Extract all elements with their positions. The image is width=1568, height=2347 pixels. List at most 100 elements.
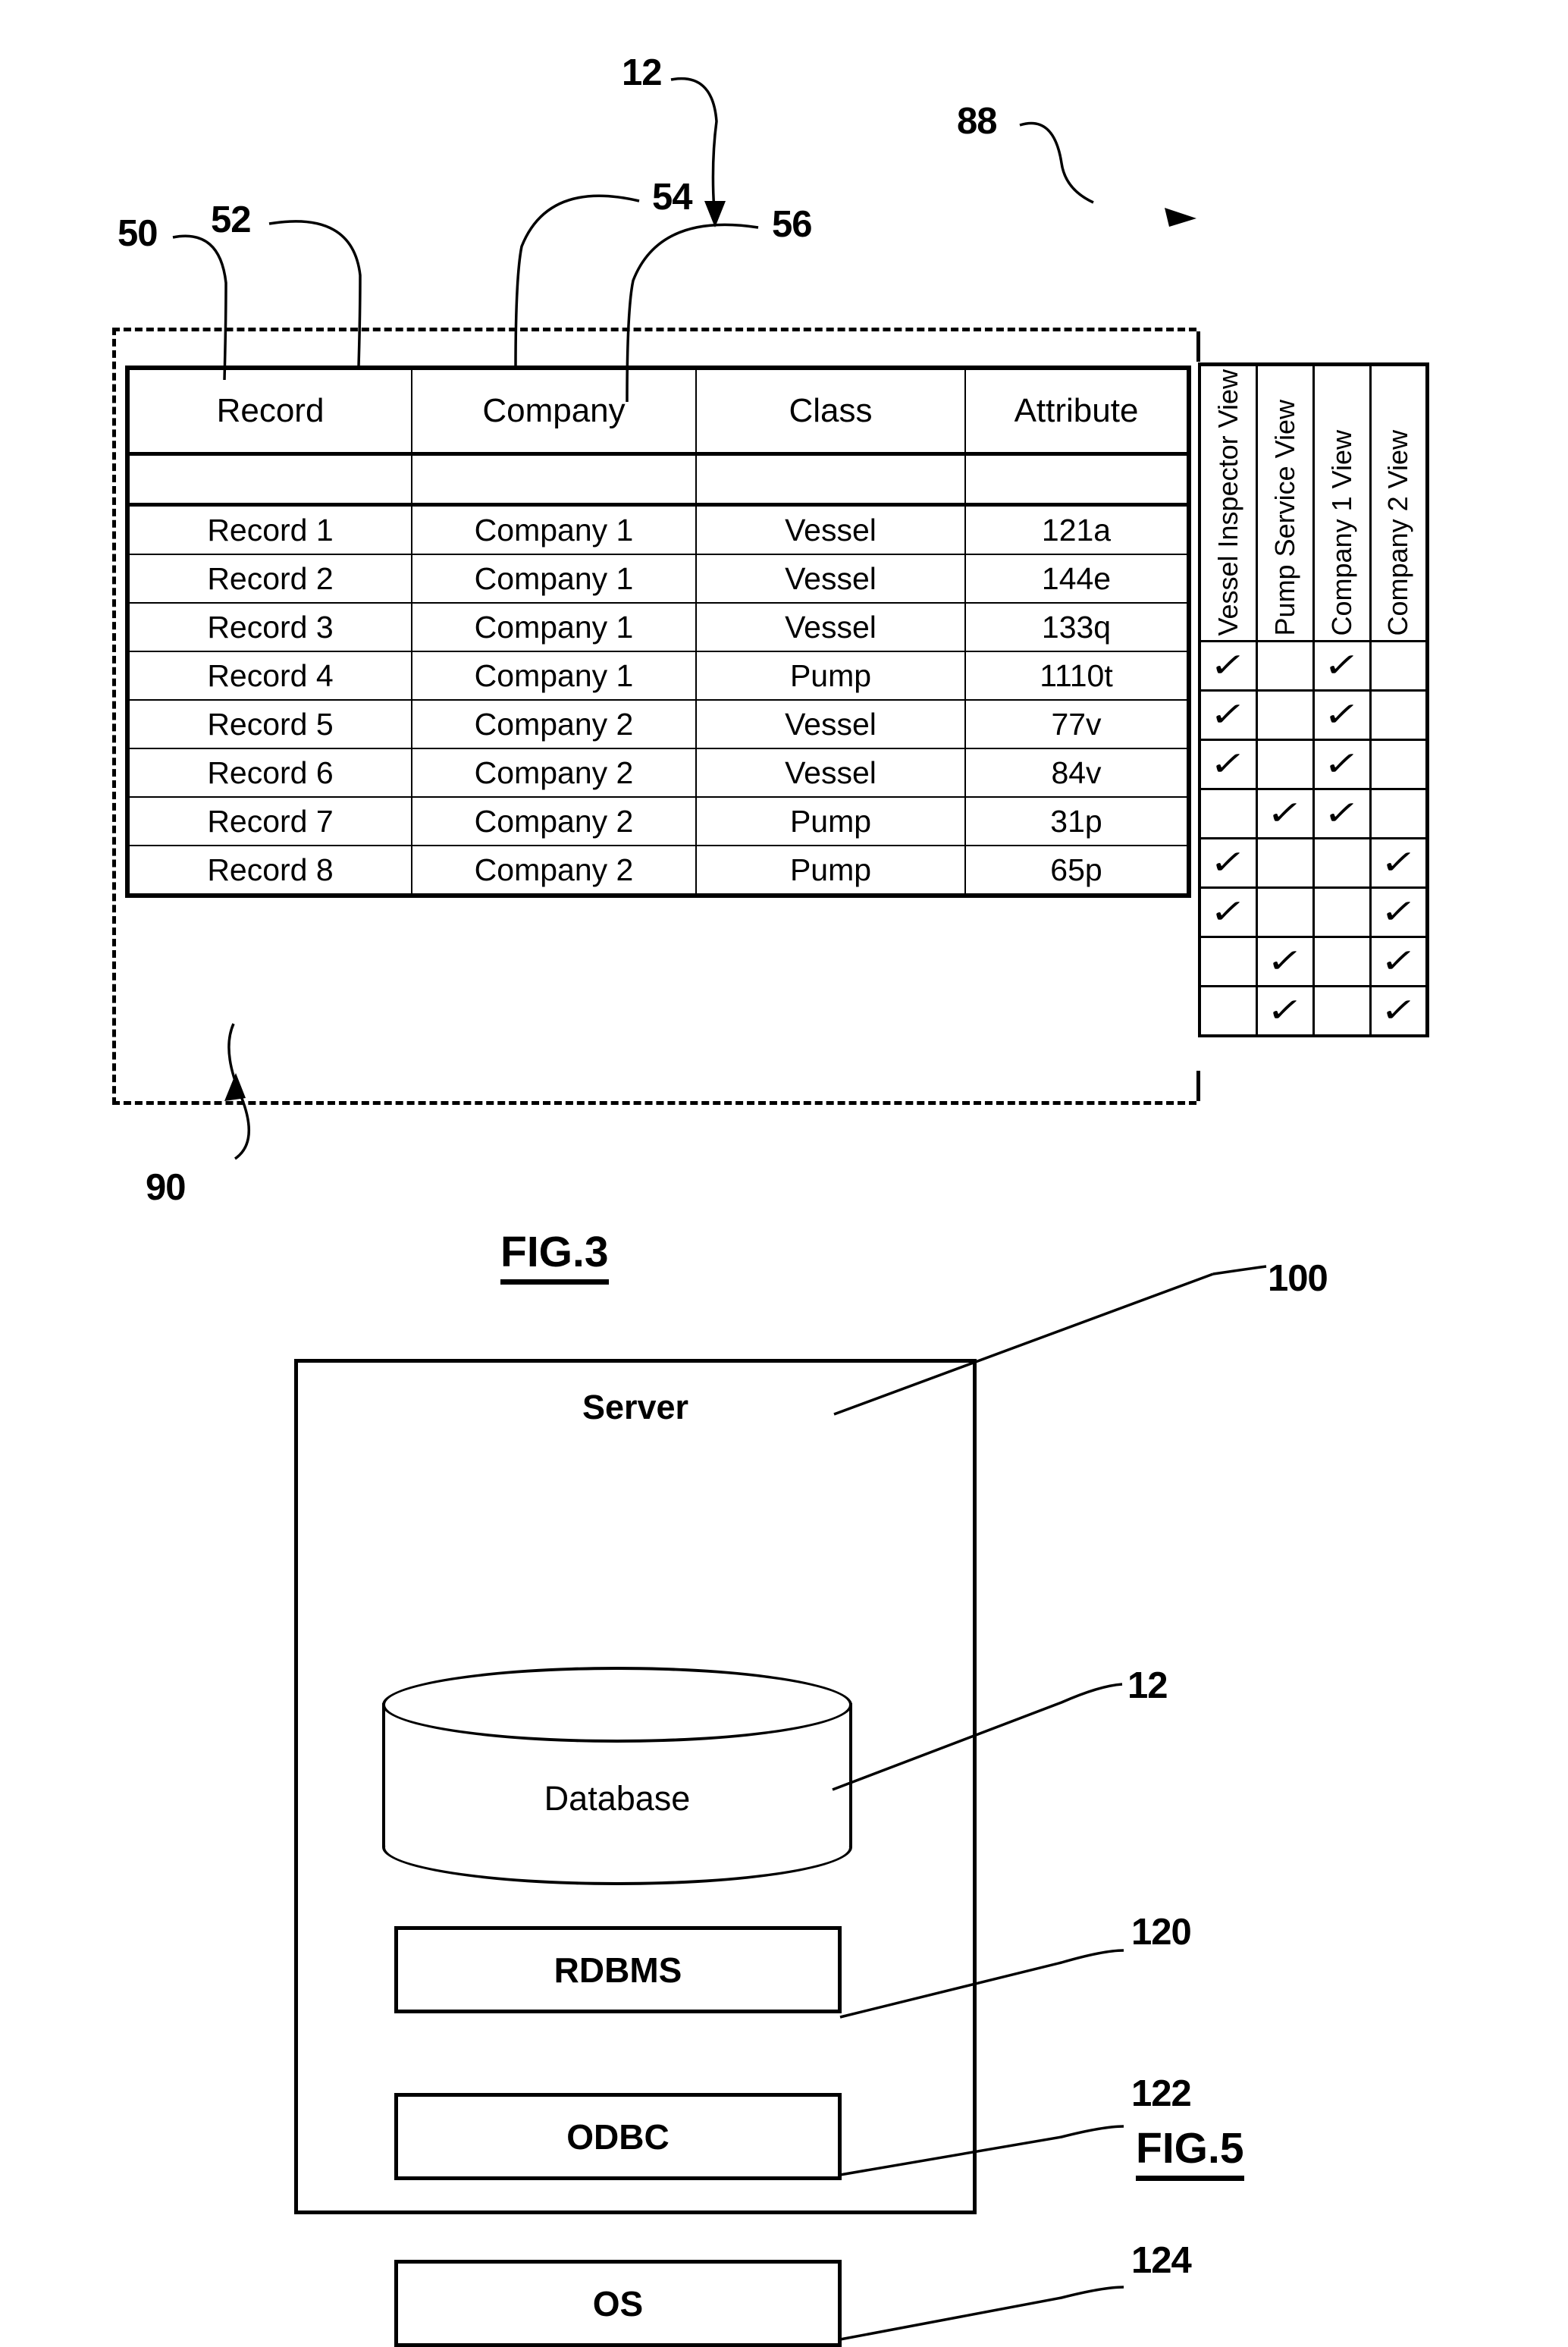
column-header: Class <box>695 366 966 456</box>
views-row: ✓ ✓ <box>1198 639 1429 692</box>
checkmark-icon: ✓ <box>1208 695 1249 734</box>
view-checkbox-cell[interactable] <box>1255 689 1315 741</box>
view-checkbox-cell[interactable] <box>1312 935 1372 987</box>
view-checkbox-cell[interactable]: ✓ <box>1198 886 1258 938</box>
table-cell: Record 3 <box>125 602 412 652</box>
view-checkbox-cell[interactable] <box>1198 984 1258 1037</box>
table-cell: Vessel <box>695 504 966 555</box>
figure-5-label: FIG.5 <box>1136 2123 1244 2181</box>
view-checkbox-cell[interactable]: ✓ <box>1198 738 1258 790</box>
view-checkbox-cell[interactable]: ✓ <box>1312 787 1372 839</box>
views-row: ✓ ✓ <box>1198 935 1429 987</box>
table-row: Record 7 Company 2 Pump 31p <box>125 796 1191 846</box>
ref-numeral-54: 54 <box>652 177 693 218</box>
table-cell: 77v <box>964 699 1191 749</box>
view-checkbox-cell[interactable] <box>1369 689 1429 741</box>
spacer-cell <box>125 453 412 507</box>
ref-numeral-122: 122 <box>1131 2073 1192 2114</box>
database-cylinder: Database <box>382 1667 852 1885</box>
table-cell: 1110t <box>964 651 1191 701</box>
view-checkbox-cell[interactable] <box>1198 787 1258 839</box>
table-cell: Record 4 <box>125 651 412 701</box>
ref-numeral-52: 52 <box>211 199 252 240</box>
views-row: ✓ ✓ <box>1198 738 1429 790</box>
stack-box: ODBC <box>394 2093 842 2180</box>
table-cell: Pump <box>695 651 966 701</box>
view-checkbox-cell[interactable] <box>1369 639 1429 692</box>
stack-box: OS <box>394 2260 842 2347</box>
table-cell: Company 2 <box>411 845 697 898</box>
table-cell: Company 2 <box>411 748 697 798</box>
table-cell: Company 1 <box>411 504 697 555</box>
table-cell: Record 1 <box>125 504 412 555</box>
view-checkbox-cell[interactable] <box>1312 984 1372 1037</box>
stack-box-label: OS <box>592 2283 644 2323</box>
table-row: Record 3 Company 1 Vessel 133q <box>125 602 1191 652</box>
view-checkbox-cell[interactable] <box>1255 886 1315 938</box>
ref-numeral-100: 100 <box>1268 1258 1328 1299</box>
table-cell: Company 1 <box>411 554 697 604</box>
table-cell: Vessel <box>695 699 966 749</box>
ref-numeral-12-fig5: 12 <box>1127 1665 1168 1706</box>
checkmark-icon: ✓ <box>1378 990 1419 1030</box>
views-table: Vessel Inspector View Pump Service View Co… <box>1198 362 1429 1037</box>
stack-box: RDBMS <box>394 1926 842 2013</box>
view-checkbox-cell[interactable] <box>1255 639 1315 692</box>
views-row: ✓ ✓ <box>1198 689 1429 741</box>
view-checkbox-cell[interactable]: ✓ <box>1369 836 1429 889</box>
checkmark-icon: ✓ <box>1378 941 1419 981</box>
table-cell: Vessel <box>695 748 966 798</box>
table-cell: Record 6 <box>125 748 412 798</box>
view-column-header-label: Vessel Inspector View <box>1212 369 1243 636</box>
view-checkbox-cell[interactable]: ✓ <box>1369 984 1429 1037</box>
checkmark-icon: ✓ <box>1322 793 1362 833</box>
table-cell: Record 8 <box>125 845 412 898</box>
ref-numeral-50: 50 <box>118 213 158 254</box>
view-checkbox-cell[interactable]: ✓ <box>1369 935 1429 987</box>
view-checkbox-cell[interactable]: ✓ <box>1312 738 1372 790</box>
views-row: ✓ ✓ <box>1198 836 1429 889</box>
view-column-header-label: Company 1 View <box>1325 430 1357 636</box>
view-checkbox-cell[interactable] <box>1312 836 1372 889</box>
figure-5: Server Database RDBMS 120 ODBC 122 OS 124 100… <box>0 1258 1568 2347</box>
view-checkbox-cell[interactable] <box>1255 836 1315 889</box>
ref-numeral-124: 124 <box>1131 2240 1192 2281</box>
view-checkbox-cell[interactable]: ✓ <box>1255 787 1315 839</box>
view-checkbox-cell[interactable]: ✓ <box>1312 639 1372 692</box>
ref-numeral-88: 88 <box>957 101 998 142</box>
table-spacer-row <box>125 453 1191 507</box>
views-header-row: Vessel Inspector View Pump Service View Co… <box>1198 362 1429 642</box>
checkmark-icon: ✓ <box>1378 892 1419 931</box>
view-checkbox-cell[interactable]: ✓ <box>1369 886 1429 938</box>
view-checkbox-cell[interactable]: ✓ <box>1198 836 1258 889</box>
view-checkbox-cell[interactable]: ✓ <box>1255 984 1315 1037</box>
table-row: Record 6 Company 2 Vessel 84v <box>125 748 1191 798</box>
view-column-header: Company 2 View <box>1369 362 1429 642</box>
view-checkbox-cell[interactable] <box>1255 738 1315 790</box>
table-cell: 121a <box>964 504 1191 555</box>
record-table: Record Company Class Attribute Record 1 Compa… <box>125 366 1191 898</box>
stack-box-label: ODBC <box>566 2116 670 2157</box>
checkmark-icon: ✓ <box>1265 941 1305 981</box>
view-checkbox-cell[interactable] <box>1369 738 1429 790</box>
view-checkbox-cell[interactable] <box>1312 886 1372 938</box>
view-checkbox-cell[interactable]: ✓ <box>1198 689 1258 741</box>
checkmark-icon: ✓ <box>1208 645 1249 685</box>
column-header: Attribute <box>964 366 1191 456</box>
view-checkbox-cell[interactable] <box>1369 787 1429 839</box>
checkmark-icon: ✓ <box>1208 892 1249 931</box>
view-column-header: Company 1 View <box>1312 362 1372 642</box>
table-cell: Company 2 <box>411 699 697 749</box>
view-checkbox-cell[interactable]: ✓ <box>1198 639 1258 692</box>
table-cell: Company 1 <box>411 602 697 652</box>
view-checkbox-cell[interactable] <box>1198 935 1258 987</box>
ref-numeral-90: 90 <box>146 1167 187 1208</box>
view-column-header: Pump Service View <box>1255 362 1315 642</box>
view-checkbox-cell[interactable]: ✓ <box>1312 689 1372 741</box>
view-checkbox-cell[interactable]: ✓ <box>1255 935 1315 987</box>
ref-numeral-120: 120 <box>1131 1912 1192 1953</box>
table-cell: Pump <box>695 845 966 898</box>
checkmark-icon: ✓ <box>1322 744 1362 783</box>
spacer-cell <box>695 453 966 507</box>
spacer-cell <box>411 453 697 507</box>
